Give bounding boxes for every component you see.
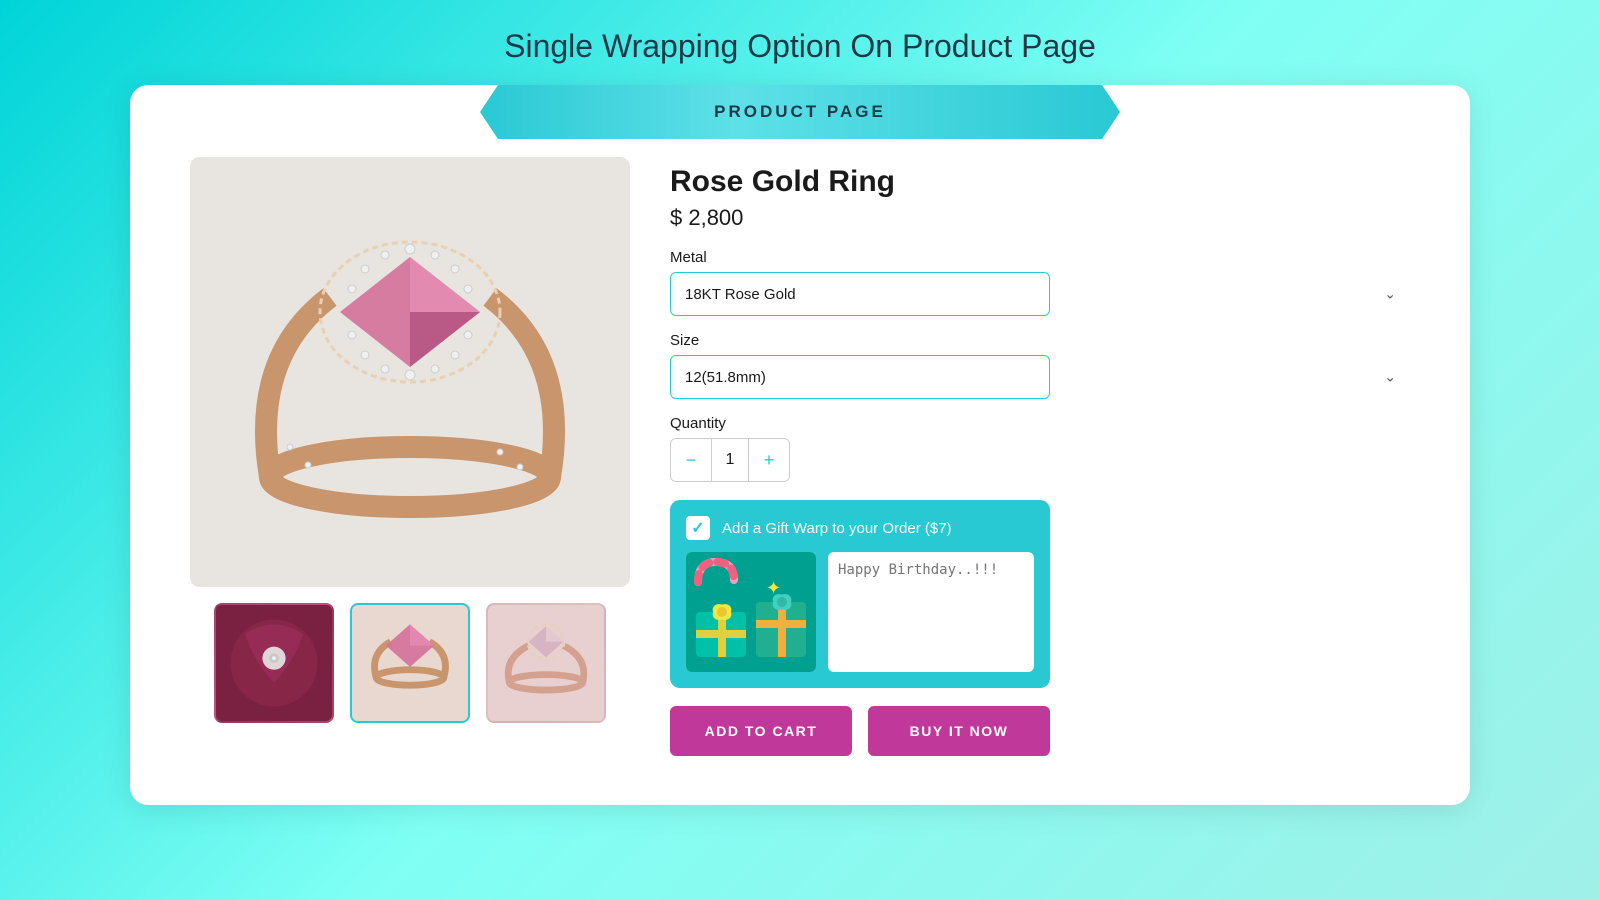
add-to-cart-button[interactable]: ADD TO CART	[670, 706, 852, 756]
size-label: Size	[670, 332, 1410, 349]
metal-select[interactable]: 18KT Rose Gold 14KT Rose Gold 18KT White…	[670, 272, 1050, 316]
size-select-wrap: 6(51.8mm) 8(51.8mm) 10(51.8mm) 12(51.8mm…	[670, 355, 1410, 399]
quantity-label: Quantity	[670, 415, 1410, 432]
gift-wrap-box: ✓ Add a Gift Warp to your Order ($7)	[670, 500, 1050, 688]
svg-text:✦: ✦	[766, 578, 781, 598]
product-page-banner: PRODUCT PAGE	[480, 85, 1120, 139]
metal-select-wrap: 18KT Rose Gold 14KT Rose Gold 18KT White…	[670, 272, 1410, 316]
thumbnail-2[interactable]	[350, 603, 470, 723]
action-buttons: ADD TO CART BUY IT NOW	[670, 706, 1410, 756]
banner-wrap: PRODUCT PAGE	[130, 85, 1470, 147]
quantity-increase-button[interactable]: +	[749, 439, 789, 481]
gift-wrap-content: ✦	[686, 552, 1034, 672]
size-select[interactable]: 6(51.8mm) 8(51.8mm) 10(51.8mm) 12(51.8mm…	[670, 355, 1050, 399]
quantity-value: 1	[711, 439, 749, 481]
gift-message-input[interactable]	[828, 552, 1034, 672]
checkmark-icon: ✓	[691, 518, 704, 538]
product-images	[190, 157, 630, 756]
thumbnail-3[interactable]	[486, 603, 606, 723]
quantity-decrease-button[interactable]: −	[671, 439, 711, 481]
gift-wrap-header: ✓ Add a Gift Warp to your Order ($7)	[686, 516, 1034, 540]
product-name: Rose Gold Ring	[670, 165, 1410, 199]
gift-wrap-image: ✦	[686, 552, 816, 672]
size-chevron-icon: ⌄	[1384, 369, 1396, 386]
product-details: Rose Gold Ring $ 2,800 Metal 18KT Rose G…	[670, 157, 1410, 756]
quantity-control: − 1 +	[670, 438, 790, 482]
thumbnail-1[interactable]	[214, 603, 334, 723]
metal-chevron-icon: ⌄	[1384, 286, 1396, 303]
banner-text: PRODUCT PAGE	[714, 102, 886, 122]
gift-wrap-label: Add a Gift Warp to your Order ($7)	[722, 520, 952, 537]
page-title: Single Wrapping Option On Product Page	[504, 28, 1096, 65]
thumbnail-row	[214, 603, 606, 723]
product-body: Rose Gold Ring $ 2,800 Metal 18KT Rose G…	[130, 157, 1470, 756]
product-price: $ 2,800	[670, 205, 1410, 231]
gift-wrap-checkbox[interactable]: ✓	[686, 516, 710, 540]
product-card: PRODUCT PAGE	[130, 85, 1470, 805]
main-product-image	[190, 157, 630, 587]
buy-it-now-button[interactable]: BUY IT NOW	[868, 706, 1050, 756]
metal-label: Metal	[670, 249, 1410, 266]
